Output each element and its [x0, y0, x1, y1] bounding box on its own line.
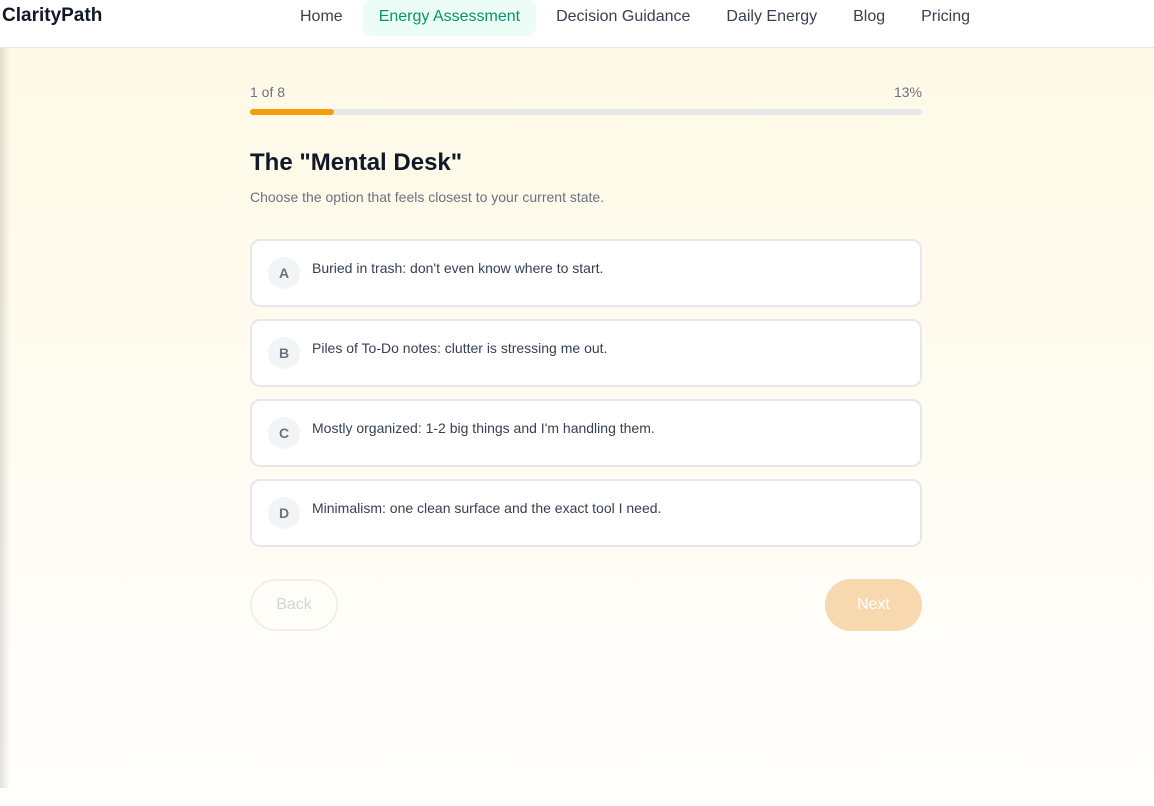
option-b[interactable]: B Piles of To-Do notes: clutter is stres…	[250, 319, 922, 387]
top-nav-bar: ClarityPath Home Energy Assessment Decis…	[0, 0, 1154, 48]
option-d[interactable]: D Minimalism: one clean surface and the …	[250, 479, 922, 547]
nav-energy-assessment[interactable]: Energy Assessment	[362, 0, 537, 36]
side-panel-shadow	[0, 48, 10, 788]
main-nav: Home Energy Assessment Decision Guidance…	[284, 0, 990, 36]
option-letter-badge: A	[268, 257, 300, 289]
nav-daily-energy[interactable]: Daily Energy	[710, 0, 833, 36]
progress-percent: 13%	[893, 84, 922, 100]
option-letter-badge: D	[268, 497, 300, 529]
answer-options: A Buried in trash: don't even know where…	[250, 239, 922, 559]
option-text: Mostly organized: 1-2 big things and I'm…	[312, 420, 655, 436]
logo[interactable]: ClarityPath	[2, 5, 102, 27]
option-letter-badge: B	[268, 337, 300, 369]
option-letter-badge: C	[268, 417, 300, 449]
nav-blog[interactable]: Blog	[837, 0, 901, 36]
progress-bar	[250, 109, 922, 115]
question-title: The "Mental Desk"	[250, 149, 463, 176]
option-text: Buried in trash: don't even know where t…	[312, 260, 604, 276]
progress-header: 1 of 8 13%	[250, 84, 922, 100]
step-counter: 1 of 8	[250, 84, 286, 100]
option-text: Minimalism: one clean surface and the ex…	[312, 500, 662, 516]
option-a[interactable]: A Buried in trash: don't even know where…	[250, 239, 922, 307]
nav-decision-guidance[interactable]: Decision Guidance	[540, 0, 706, 36]
option-c[interactable]: C Mostly organized: 1-2 big things and I…	[250, 399, 922, 467]
option-text: Piles of To-Do notes: clutter is stressi…	[312, 340, 608, 356]
back-button[interactable]: Back	[250, 579, 338, 631]
next-button[interactable]: Next	[825, 579, 922, 631]
progress-bar-fill	[250, 109, 334, 115]
question-subtitle: Choose the option that feels closest to …	[250, 189, 605, 205]
nav-pricing[interactable]: Pricing	[905, 0, 986, 36]
nav-home[interactable]: Home	[284, 0, 359, 36]
